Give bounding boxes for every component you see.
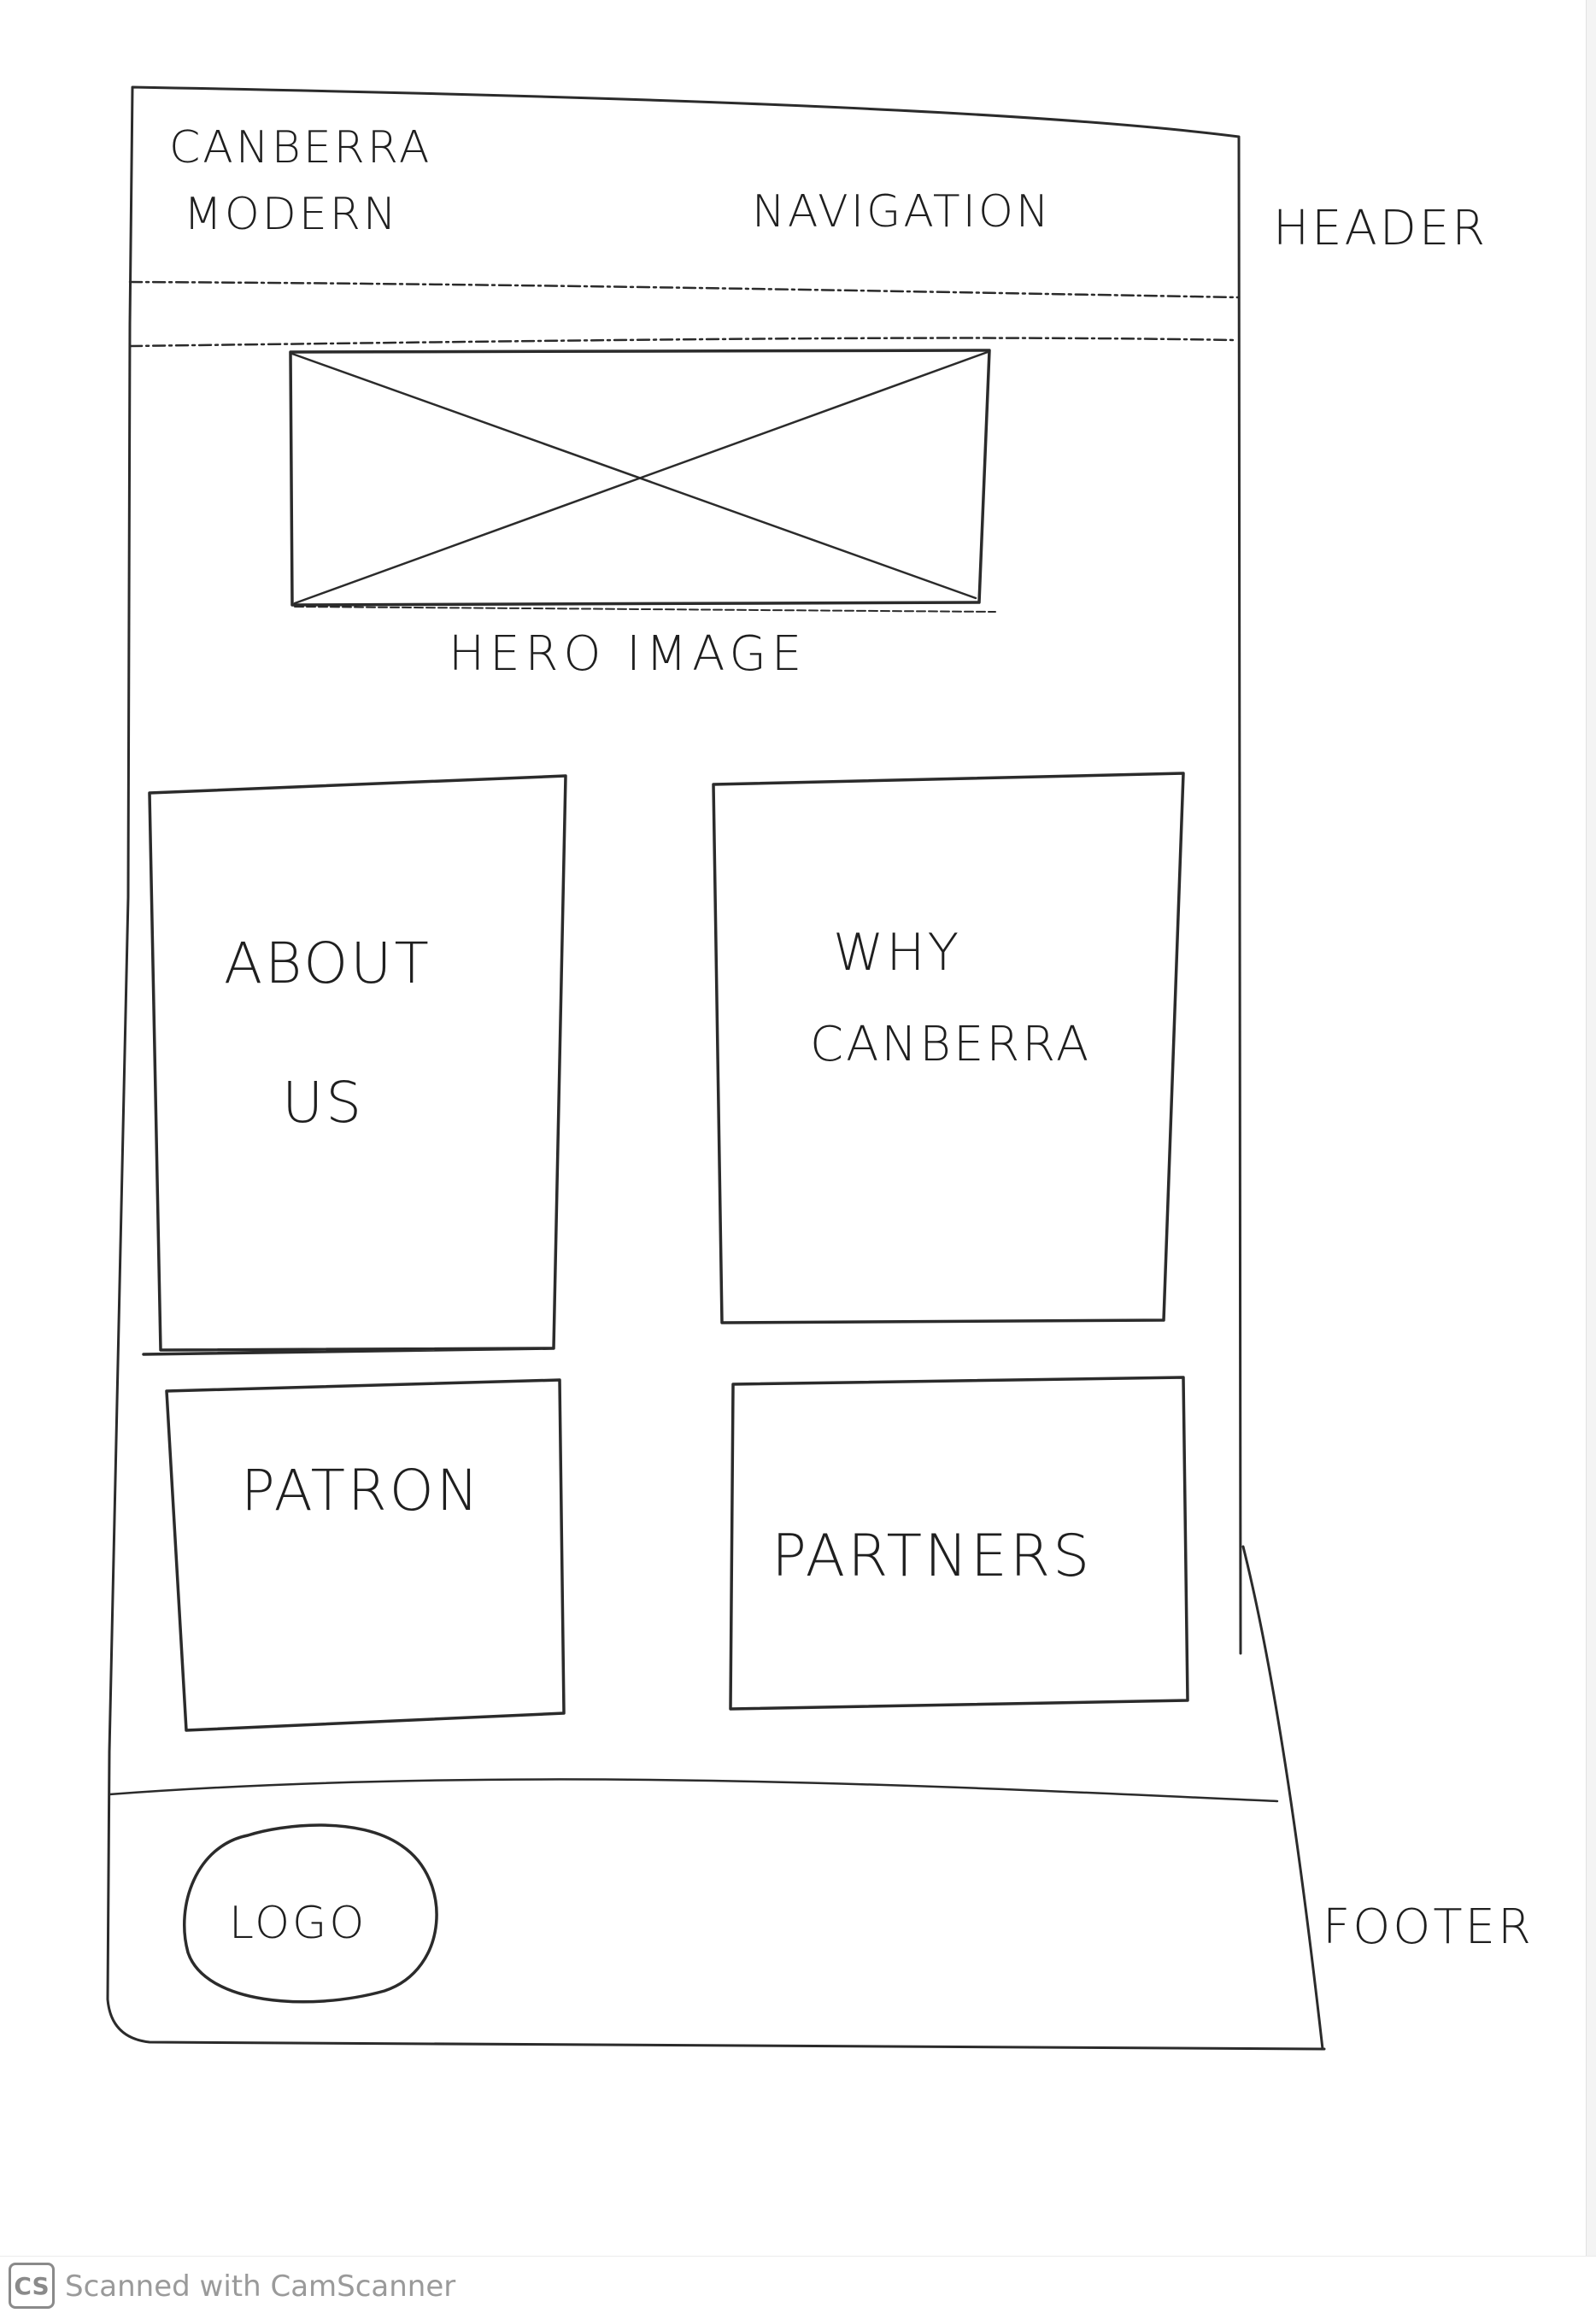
hero-image-placeholder [289, 349, 996, 613]
brand-line-2: MODERN [184, 189, 399, 240]
footer-annotation: FOOTER [1323, 1899, 1534, 1955]
footer-divider [108, 1778, 1279, 1803]
header-divider [128, 280, 1241, 348]
camscanner-text: Scanned with CamScanner [65, 2269, 456, 2304]
about-us-card [142, 774, 567, 1356]
footer-right-edge [1241, 1545, 1324, 2051]
logo-label: LOGO [229, 1898, 367, 1949]
partners-label: PARTNERS [772, 1523, 1093, 1590]
patron-card [165, 1378, 566, 1732]
camscanner-logo: CS [9, 2263, 55, 2309]
why-label-line-2: CANBERRA [810, 1017, 1092, 1072]
about-label-line-1: ABOUT [224, 931, 431, 996]
header-annotation: HEADER [1273, 201, 1488, 256]
why-label-line-1: WHY [833, 923, 962, 983]
hero-caption: HERO IMAGE [449, 626, 807, 682]
about-label-line-2: US [282, 1070, 365, 1136]
wireframe-sketch [106, 85, 1326, 2051]
brand-line-1: CANBERRA [169, 122, 432, 173]
navigation-label: NAVIGATION [752, 186, 1052, 238]
patron-label: PATRON [241, 1458, 482, 1523]
